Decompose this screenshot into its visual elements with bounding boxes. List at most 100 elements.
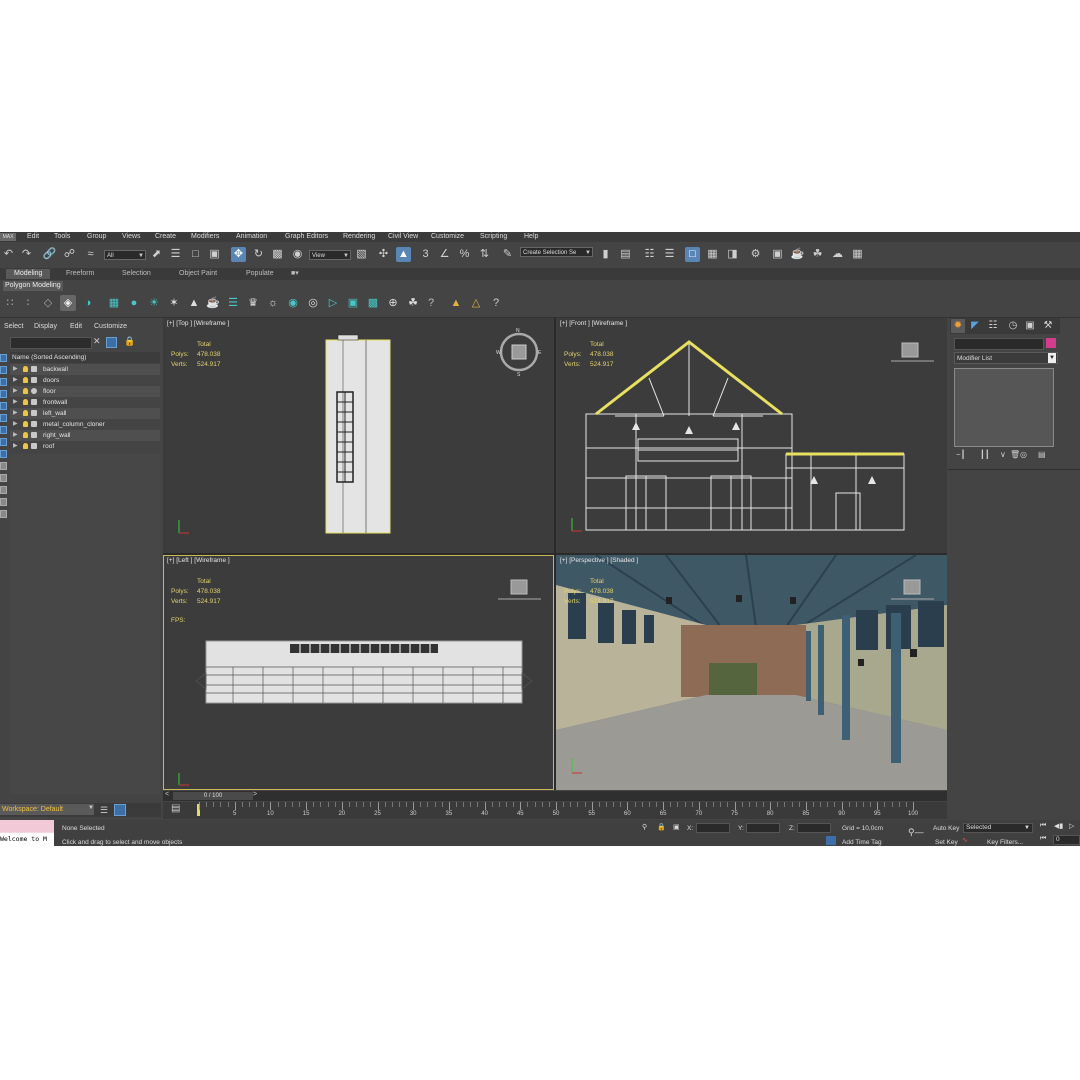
scene-object-row[interactable]: ▶ left_wall — [10, 408, 160, 419]
angle-snap-icon[interactable]: ∠ — [437, 247, 452, 262]
polygon-icon[interactable]: ◈ — [60, 295, 76, 311]
set-key-button[interactable]: Set Key — [935, 839, 958, 846]
select-manipulate-icon[interactable]: ✣ — [376, 247, 391, 262]
maxscript-listener[interactable]: Welcome to M — [0, 820, 54, 846]
viewport-front[interactable]: [+] [Front ] [Wireframe ] Total Polys: 47… — [556, 318, 947, 553]
prev-frame-icon[interactable]: < — [165, 791, 169, 798]
filter-toggle-icon[interactable] — [106, 337, 117, 348]
align-icon[interactable]: ▤ — [618, 247, 633, 262]
play-icon[interactable]: ▷ — [1069, 822, 1074, 830]
move-icon[interactable]: ✥ — [231, 247, 246, 262]
select-object-icon[interactable]: ⬈ — [149, 247, 164, 262]
tree-icon[interactable]: ♛ — [245, 295, 261, 311]
scene-object-row[interactable]: ▶ frontwall — [10, 397, 160, 408]
teapot-render-icon[interactable]: ☘ — [405, 295, 421, 311]
display-lights-icon[interactable] — [0, 378, 7, 386]
scene-explorer-toggle-icon[interactable]: ☰ — [662, 247, 677, 262]
vertex-icon[interactable]: ∷ — [2, 295, 18, 311]
list-icon[interactable]: ☰ — [225, 295, 241, 311]
menu-scripting[interactable]: Scripting — [480, 233, 507, 240]
render-production-icon[interactable]: ☕ — [790, 247, 805, 262]
percent-snap-icon[interactable]: % — [457, 247, 472, 262]
menu-rendering[interactable]: Rendering — [343, 233, 375, 240]
edge-icon[interactable]: ∶ — [20, 295, 36, 311]
show-end-result-icon[interactable]: ┃┃ — [980, 450, 990, 459]
isolate-selection-icon[interactable]: ⚲ — [642, 823, 647, 831]
camera-icon[interactable]: ◉ — [285, 295, 301, 311]
layers-icon[interactable]: ☰ — [100, 805, 108, 816]
element-icon[interactable]: ◑ — [80, 295, 96, 311]
help-icon[interactable]: ? — [423, 295, 439, 311]
viewport-top[interactable]: [+] [Top ] [Wireframe ] Total Polys: 478.… — [163, 318, 554, 553]
remove-modifier-icon[interactable]: 🗑 — [1010, 450, 1020, 459]
x-coordinate-field[interactable] — [696, 823, 730, 833]
named-selection-sets-dropdown[interactable]: Create Selection Se ▼ — [520, 247, 593, 257]
current-frame-field[interactable]: 0 — [1053, 835, 1080, 845]
scene-object-row[interactable]: ▶ metal_column_cloner — [10, 419, 160, 430]
next-frame-icon[interactable]: > — [253, 791, 257, 798]
scale-icon[interactable]: ▩ — [270, 247, 285, 262]
object-color-swatch[interactable] — [1046, 338, 1056, 348]
menu-edit[interactable]: Edit — [27, 233, 39, 240]
orbit-icon[interactable]: ⊕ — [385, 295, 401, 311]
utilities-tab-icon[interactable]: ⚒ — [1041, 319, 1055, 333]
workspace-selector[interactable]: Workspace: Default — [0, 804, 94, 815]
hierarchy-tab-icon[interactable]: ☷ — [986, 319, 1000, 333]
scene-search-input[interactable] — [10, 337, 92, 349]
previous-frame-icon[interactable]: ◀▮ — [1054, 822, 1063, 830]
populate-tree-icon[interactable]: ▲ — [448, 295, 464, 311]
auto-key-button[interactable]: Auto Key — [933, 825, 959, 832]
link-icon[interactable]: 🔗 — [42, 247, 57, 262]
viewport-label[interactable]: [+] [Perspective ] [Shaded ] — [560, 557, 638, 564]
border-icon[interactable]: ◇ — [40, 295, 56, 311]
rectangular-region-icon[interactable]: □ — [188, 247, 203, 262]
render-setup-icon[interactable]: ⚙ — [748, 247, 763, 262]
motion-tab-icon[interactable]: ◷ — [1006, 319, 1020, 333]
render-in-cloud-icon[interactable]: ☁ — [830, 247, 845, 262]
menu-animation[interactable]: Animation — [236, 233, 267, 240]
chevron-down-icon[interactable]: ▼ — [88, 805, 94, 811]
visibility-icon[interactable] — [23, 421, 28, 427]
menu-group[interactable]: Group — [87, 233, 106, 240]
make-unique-icon[interactable]: ∨ — [1000, 450, 1006, 459]
scene-object-row[interactable]: ▶ right_wall — [10, 430, 160, 441]
reference-coordinate-dropdown[interactable]: View ▼ — [309, 250, 351, 260]
display-helpers-icon[interactable] — [0, 402, 7, 410]
rendered-frame-window-icon[interactable]: ▣ — [770, 247, 785, 262]
visibility-icon[interactable] — [23, 366, 28, 372]
modify-tab-icon[interactable]: ◤ — [968, 319, 982, 333]
curve-editor-icon[interactable]: □ — [685, 247, 700, 262]
edit-named-selection-icon[interactable]: ✎ — [500, 247, 515, 262]
ribbon-tab-object-paint[interactable]: Object Paint — [171, 269, 225, 279]
display-all-icon[interactable] — [0, 462, 7, 470]
maxscript-input[interactable] — [0, 820, 54, 832]
ribbon-tab-populate[interactable]: Populate — [238, 269, 282, 279]
selection-filter-dropdown[interactable]: All ▼ — [104, 250, 146, 260]
se-menu-display[interactable]: Display — [34, 323, 57, 330]
configure-modifier-sets-icon[interactable]: ◎ — [1020, 450, 1027, 459]
key-filters-button[interactable]: Key Filters... — [987, 839, 1023, 846]
undo-icon[interactable]: ↶ — [1, 247, 16, 262]
set-key-icon[interactable]: ⚲— — [908, 827, 924, 838]
select-by-name-icon[interactable]: ☰ — [168, 247, 183, 262]
populate-help-icon[interactable]: ? — [488, 295, 504, 311]
ribbon-options-icon[interactable]: ■▾ — [287, 269, 303, 279]
modifier-sets-icon[interactable]: ▤ — [1038, 450, 1046, 459]
display-invert-icon[interactable] — [0, 486, 7, 494]
redo-icon[interactable]: ↷ — [19, 247, 34, 262]
populate-lamp-icon[interactable]: △ — [468, 295, 484, 311]
go-to-start-icon[interactable]: ⏮ — [1040, 822, 1046, 830]
pin-stack-icon[interactable]: −┃ — [956, 450, 966, 459]
se-menu-customize[interactable]: Customize — [94, 323, 127, 330]
ribbon-tab-modeling[interactable]: Modeling — [6, 269, 51, 279]
scene-explorer-options-icon[interactable] — [114, 804, 126, 816]
menu-tools[interactable]: Tools — [54, 233, 70, 240]
a360-gallery-icon[interactable]: ▦ — [850, 247, 865, 262]
name-column-header[interactable]: Name (Sorted Ascending) — [10, 352, 160, 363]
menu-civil-view[interactable]: Civil View — [388, 233, 418, 240]
clear-search-icon[interactable]: ✕ — [93, 336, 101, 347]
key-mode-toggle-icon[interactable]: ⏮ — [1040, 835, 1046, 843]
menu-customize[interactable]: Customize — [431, 233, 464, 240]
visibility-icon[interactable] — [23, 443, 28, 449]
viewport-perspective[interactable]: [+] [Perspective ] [Shaded ] Total Polys… — [556, 555, 947, 790]
